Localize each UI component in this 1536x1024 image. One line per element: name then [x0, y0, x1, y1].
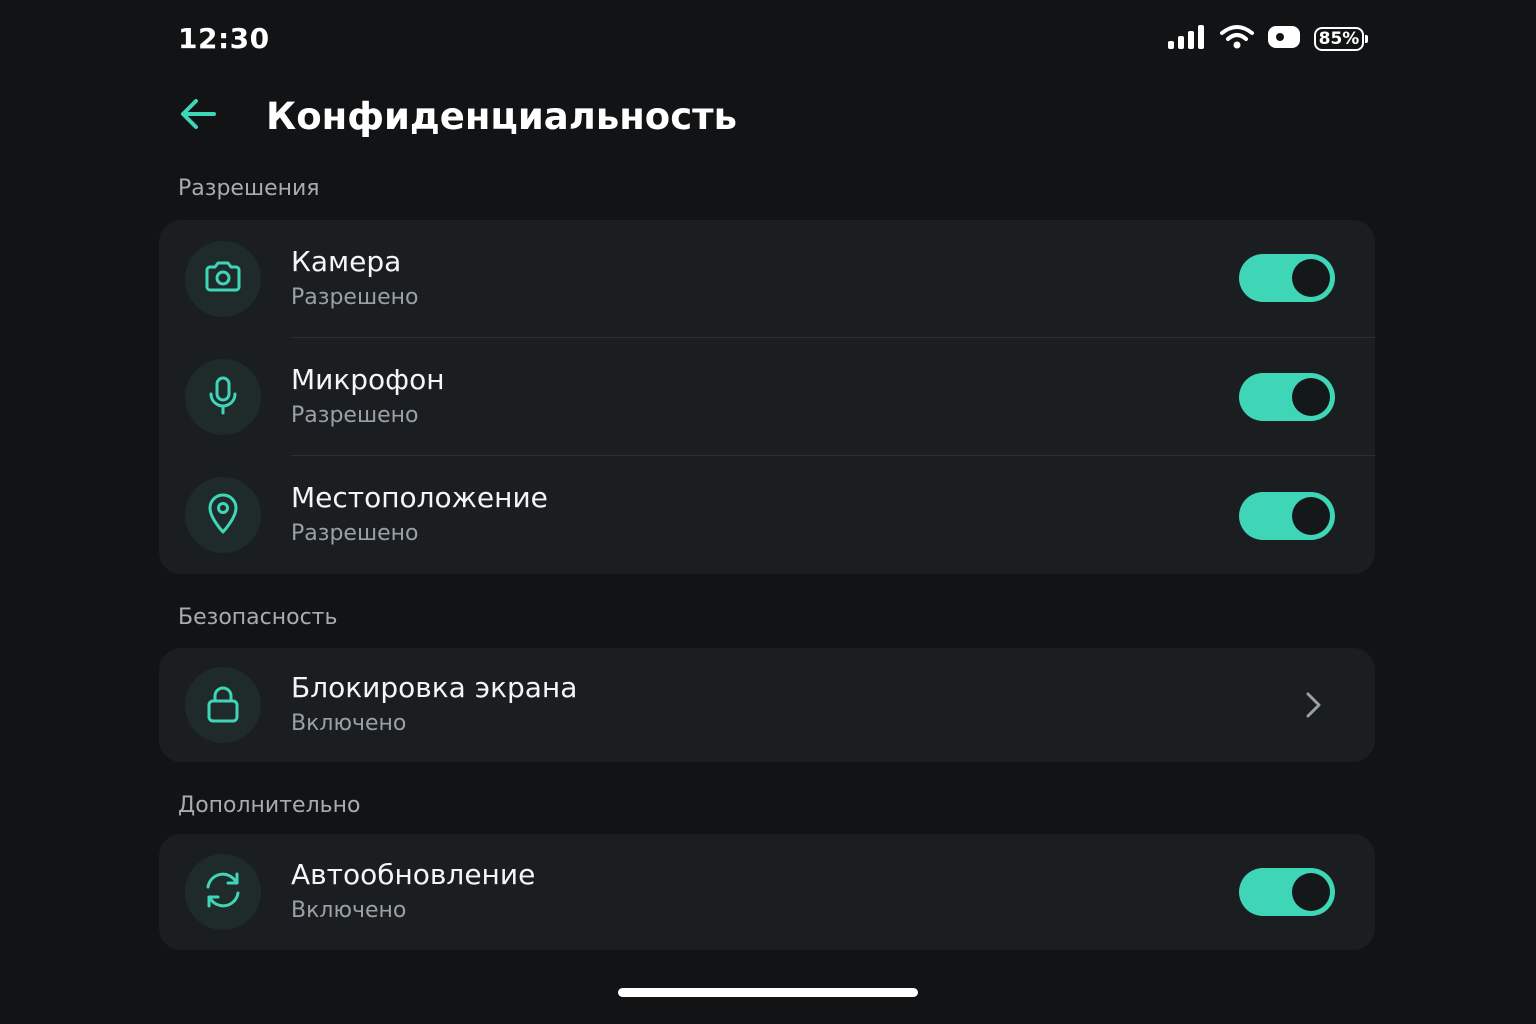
additional-card: Автообновление Включено — [159, 834, 1375, 950]
camera-icon — [201, 255, 245, 303]
icon-circle — [185, 241, 261, 317]
section-label-permissions: Разрешения — [178, 176, 320, 201]
location-status: Разрешено — [291, 521, 419, 546]
chevron-right-icon[interactable] — [1299, 691, 1327, 719]
location-pin-icon — [201, 491, 245, 539]
icon-circle — [185, 477, 261, 553]
page-title: Конфиденциальность — [266, 94, 737, 138]
toggle-knob — [1292, 378, 1330, 416]
camera-status: Разрешено — [291, 285, 419, 310]
row-text: Местоположение Разрешено — [291, 481, 548, 549]
status-bar: 12:30 85% — [178, 20, 1368, 58]
auto-update-status: Включено — [291, 898, 407, 923]
microphone-status: Разрешено — [291, 403, 419, 428]
screen-lock-status: Включено — [291, 711, 407, 736]
home-indicator[interactable] — [618, 988, 918, 997]
icon-circle — [185, 854, 261, 930]
section-label-additional: Дополнительно — [178, 793, 361, 818]
arrow-left-icon — [178, 96, 218, 136]
list-item-auto-update[interactable]: Автообновление Включено — [159, 834, 1375, 950]
toggle-knob — [1292, 497, 1330, 535]
auto-update-toggle[interactable] — [1239, 868, 1335, 916]
battery-icon: 85% — [1314, 27, 1368, 51]
back-button[interactable] — [178, 92, 226, 140]
list-item-camera[interactable]: Камера Разрешено — [159, 220, 1375, 338]
lock-icon — [201, 681, 245, 729]
wifi-icon — [1220, 24, 1254, 54]
security-card: Блокировка экрана Включено — [159, 648, 1375, 762]
refresh-icon — [200, 867, 246, 917]
row-text: Камера Разрешено — [291, 245, 418, 313]
microphone-toggle[interactable] — [1239, 373, 1335, 421]
list-item-screen-lock[interactable]: Блокировка экрана Включено — [159, 648, 1375, 762]
list-item-microphone[interactable]: Микрофон Разрешено — [159, 338, 1375, 456]
microphone-icon — [201, 373, 245, 421]
privacy-settings-screen: 12:30 85% Конфиденциальность Разрешения … — [0, 0, 1536, 1024]
toggle-knob — [1292, 259, 1330, 297]
list-item-location[interactable]: Местоположение Разрешено — [159, 456, 1375, 574]
microphone-title: Микрофон — [291, 363, 445, 396]
row-text: Автообновление Включено — [291, 858, 535, 926]
row-text: Блокировка экрана Включено — [291, 671, 577, 739]
screen-lock-title: Блокировка экрана — [291, 671, 578, 704]
auto-update-title: Автообновление — [291, 858, 536, 891]
toggle-knob — [1292, 873, 1330, 911]
header: Конфиденциальность — [178, 88, 737, 144]
row-text: Микрофон Разрешено — [291, 363, 445, 431]
signal-icon — [1168, 25, 1206, 53]
icon-circle — [185, 667, 261, 743]
camera-toggle[interactable] — [1239, 254, 1335, 302]
location-toggle[interactable] — [1239, 492, 1335, 540]
status-time: 12:30 — [178, 22, 270, 55]
icon-circle — [185, 359, 261, 435]
camera-title: Камера — [291, 245, 402, 278]
permissions-card: Камера Разрешено Микрофон Разрешено Мест… — [159, 220, 1375, 574]
status-icons: 85% — [1168, 24, 1368, 54]
screen-record-icon — [1268, 25, 1300, 53]
section-label-security: Безопасность — [178, 605, 338, 630]
location-title: Местоположение — [291, 481, 548, 514]
